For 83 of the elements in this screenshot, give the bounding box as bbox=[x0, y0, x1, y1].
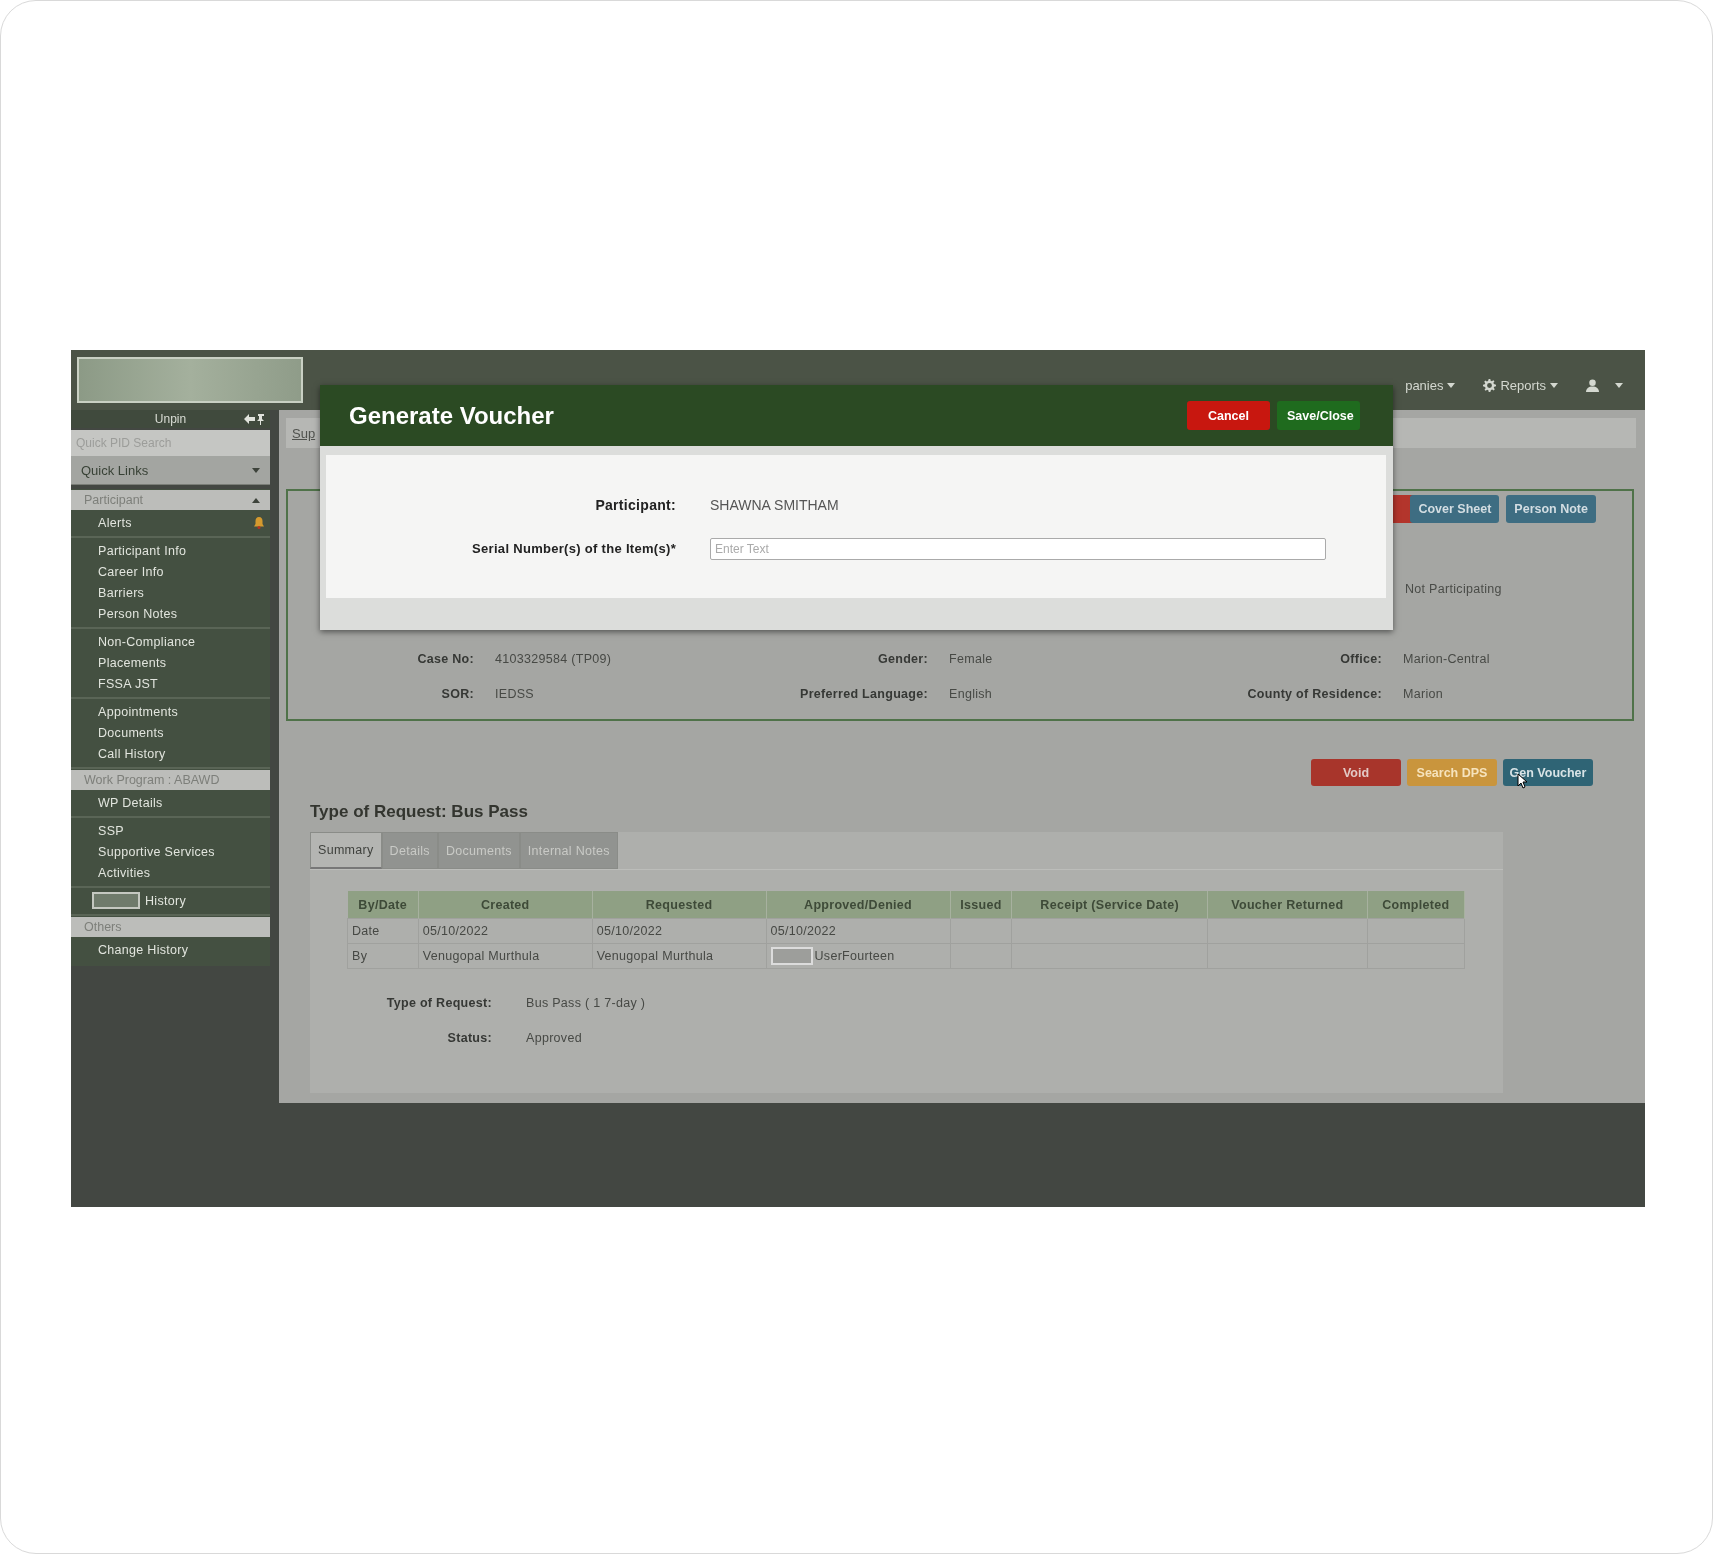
gear-icon bbox=[1483, 378, 1497, 392]
field-label: Participant: bbox=[594, 495, 676, 515]
sidebar-link[interactable]: Non-Compliance bbox=[98, 634, 264, 649]
header-button[interactable]: Person Note bbox=[1506, 495, 1596, 523]
sidebar-link[interactable]: Appointments bbox=[98, 704, 264, 719]
sidebar-link[interactable]: Career Info bbox=[98, 564, 264, 579]
field-label: Type of Request: bbox=[385, 994, 492, 1012]
dialog-button[interactable]: Save/Close bbox=[1277, 401, 1360, 430]
redacted-box bbox=[770, 947, 813, 965]
caret-icon bbox=[1615, 382, 1623, 388]
field-value: IEDSS bbox=[494, 685, 535, 703]
table-cell: By bbox=[347, 943, 419, 969]
sidebar-link[interactable]: Activities bbox=[98, 865, 264, 880]
table-cell: Venugopal Murthula bbox=[592, 943, 766, 969]
table-cell: 05/10/2022 bbox=[592, 918, 766, 944]
field-label: Gender: bbox=[876, 650, 928, 668]
sidebar-link[interactable]: Documents bbox=[98, 725, 264, 740]
dialog-button[interactable]: Cancel bbox=[1187, 401, 1270, 430]
tab[interactable]: Summary bbox=[310, 832, 382, 869]
section-title: Participant bbox=[84, 493, 144, 507]
sidebar-link[interactable]: Person Notes bbox=[98, 606, 264, 621]
nav-menu-link[interactable]: Reports bbox=[1500, 377, 1546, 393]
table-cell: Date bbox=[347, 918, 419, 944]
field-value: SHAWNA SMITHAM bbox=[710, 496, 839, 513]
caret-icon bbox=[252, 497, 260, 503]
sidebar-link[interactable]: History bbox=[145, 893, 264, 908]
sidebar-link[interactable]: WP Details bbox=[98, 795, 264, 810]
section-heading: Type of Request: Bus Pass bbox=[310, 802, 529, 822]
dialog-title: Generate Voucher bbox=[349, 401, 555, 430]
field-value: Approved bbox=[525, 1029, 583, 1047]
table-cell: UserFourteen bbox=[814, 949, 895, 963]
breadcrumb-link[interactable]: Sup bbox=[292, 425, 316, 441]
column-header: Completed bbox=[1367, 891, 1465, 919]
caret-icon bbox=[1550, 382, 1558, 388]
field-label: Status: bbox=[446, 1029, 492, 1047]
caret-icon bbox=[252, 467, 260, 473]
unpin-link[interactable]: Unpin bbox=[154, 412, 187, 426]
section-title: Work Program : ABAWD bbox=[84, 773, 220, 787]
sidebar-link[interactable]: Change History bbox=[98, 942, 264, 957]
column-header: Receipt (Service Date) bbox=[1011, 891, 1208, 919]
field-value: 4103329584 (TP09) bbox=[494, 650, 613, 668]
sidebar-link[interactable]: Call History bbox=[98, 746, 264, 761]
sidebar-link[interactable]: Barriers bbox=[98, 585, 264, 600]
field-value: Bus Pass ( 1 7-day ) bbox=[525, 994, 647, 1012]
column-header: Requested bbox=[592, 891, 766, 919]
redacted-box bbox=[92, 892, 140, 909]
caret-icon bbox=[1447, 382, 1456, 388]
table-cell: 05/10/2022 bbox=[418, 918, 593, 944]
field-value: English bbox=[948, 685, 994, 703]
field-label: Office: bbox=[1339, 650, 1382, 668]
column-header: Issued bbox=[950, 891, 1012, 919]
field-label: SOR: bbox=[440, 685, 474, 703]
column-header: By/Date bbox=[347, 891, 419, 919]
table-cell: 05/10/2022 bbox=[766, 918, 951, 944]
quick-links-label: Quick Links bbox=[81, 462, 149, 478]
column-header: Created bbox=[418, 891, 593, 919]
user-icon[interactable] bbox=[1586, 378, 1599, 392]
column-header: Voucher Returned bbox=[1207, 891, 1368, 919]
field-value: Marion bbox=[1402, 685, 1444, 703]
sidebar-link[interactable]: Participant Info bbox=[98, 543, 264, 558]
sidebar-link[interactable]: Placements bbox=[98, 655, 264, 670]
table-cell: Venugopal Murthula bbox=[418, 943, 593, 969]
sidebar-link[interactable]: Supportive Services bbox=[98, 844, 264, 859]
field-label: Serial Number(s) of the Item(s)* bbox=[471, 540, 676, 558]
field-value: Marion-Central bbox=[1402, 650, 1491, 668]
pin-icon[interactable] bbox=[244, 413, 266, 425]
sidebar-link[interactable]: FSSA JST bbox=[98, 676, 264, 691]
field-label: Preferred Language: bbox=[799, 685, 928, 703]
quick-links-bar[interactable]: Quick Links bbox=[71, 456, 270, 485]
field-value: Not Participating bbox=[1405, 582, 1502, 596]
nav-menu-link[interactable]: panies bbox=[1405, 377, 1444, 393]
field-label: Case No: bbox=[416, 650, 474, 668]
bell-icon bbox=[254, 516, 264, 529]
column-header: Approved/Denied bbox=[766, 891, 951, 919]
sidebar-link[interactable]: SSP bbox=[98, 823, 264, 838]
serial-number-field[interactable]: Enter Text bbox=[710, 537, 1326, 560]
sidebar-link[interactable]: Alerts bbox=[98, 515, 254, 530]
action-button[interactable]: Gen Voucher bbox=[1503, 759, 1593, 786]
action-button[interactable]: Void bbox=[1311, 759, 1401, 786]
section-title: Others bbox=[84, 920, 122, 934]
field-value: Female bbox=[948, 650, 994, 668]
header-button[interactable]: Cover Sheet bbox=[1410, 495, 1500, 523]
field-label: County of Residence: bbox=[1246, 685, 1382, 703]
